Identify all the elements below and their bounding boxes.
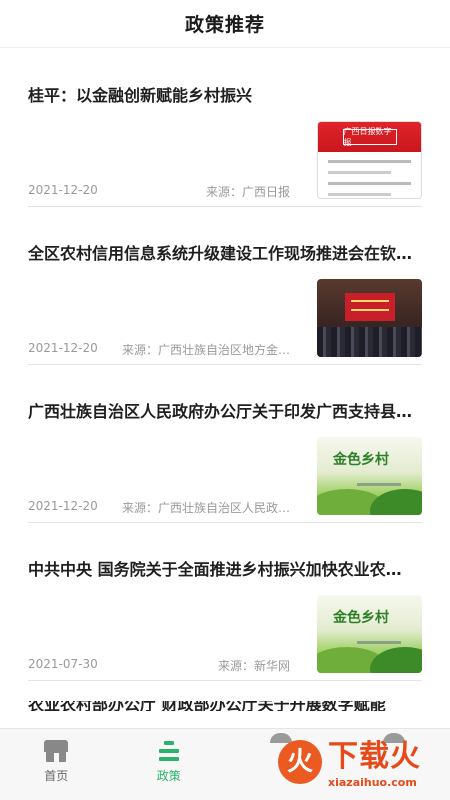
policy-icon — [156, 739, 182, 763]
article-source: 来源：广西日报 — [205, 185, 290, 199]
rural-script-text: 金色乡村 — [333, 452, 389, 468]
article-date: 2021-07-30 — [28, 657, 98, 671]
tab-home[interactable]: 首页 — [0, 729, 113, 800]
tab-policy-label: 政策 — [156, 769, 181, 783]
watermark-text: 下载火 — [328, 739, 421, 774]
article-title: 中共中央 国务院关于全面推进乡村振兴加快农业农… — [28, 560, 402, 579]
top-bar: 政策推荐 — [0, 0, 450, 48]
page-title: 政策推荐 — [184, 14, 265, 36]
article-item[interactable]: 广西壮族自治区人民政府办公厅关于印发广西支持县… 2021-12-20 来源：广… — [28, 365, 422, 523]
article-source: 来源：新华网 — [217, 659, 290, 673]
article-source: 来源：广西壮族自治区人民政… — [121, 501, 290, 515]
article-title: 广西壮族自治区人民政府办公厅关于印发广西支持县… — [28, 402, 413, 421]
rural-banner-thumbnail: 金色乡村 — [317, 437, 422, 515]
tab-policy[interactable]: 政策 — [113, 729, 226, 800]
bottom-tab-bar: 首页 政策 火 下载火 xiazaihuo.com — [0, 728, 450, 800]
article-item-partial[interactable]: 农业农村部办公厅 财政部办公厅关于开展数字赋能 — [28, 681, 422, 729]
newspaper-logo: 广西日报数字报 — [342, 127, 397, 147]
article-date: 2021-12-20 — [28, 499, 98, 513]
article-list[interactable]: 桂平：以金融创新赋能乡村振兴 2021-12-20 来源：广西日报 广西日报数字… — [0, 49, 450, 729]
article-date: 2021-12-20 — [28, 183, 98, 197]
article-title: 桂平：以金融创新赋能乡村振兴 — [28, 86, 253, 105]
article-source: 来源：广西壮族自治区地方金… — [121, 343, 290, 357]
flame-icon: 火 — [278, 740, 322, 784]
home-icon — [43, 739, 69, 763]
article-item[interactable]: 中共中央 国务院关于全面推进乡村振兴加快农业农… 2021-07-30 来源：新… — [28, 523, 422, 681]
newspaper-thumbnail: 广西日报数字报 — [317, 121, 422, 199]
article-title-clipped: 农业农村部办公厅 财政部办公厅关于开展数字赋能 — [28, 701, 386, 711]
rural-script-text: 金色乡村 — [333, 610, 389, 626]
watermark-logo: 火 下载火 xiazaihuo.com — [278, 738, 442, 794]
meeting-photo-thumbnail — [317, 279, 422, 357]
article-item[interactable]: 桂平：以金融创新赋能乡村振兴 2021-12-20 来源：广西日报 广西日报数字… — [28, 49, 422, 207]
tab-home-label: 首页 — [44, 769, 69, 783]
watermark-url: xiazaihuo.com — [328, 776, 417, 789]
article-title: 全区农村信用信息系统升级建设工作现场推进会在钦… — [28, 244, 413, 263]
article-item[interactable]: 全区农村信用信息系统升级建设工作现场推进会在钦… 2021-12-20 来源：广… — [28, 207, 422, 365]
article-date: 2021-12-20 — [28, 341, 98, 355]
rural-banner-thumbnail: 金色乡村 — [317, 595, 422, 673]
